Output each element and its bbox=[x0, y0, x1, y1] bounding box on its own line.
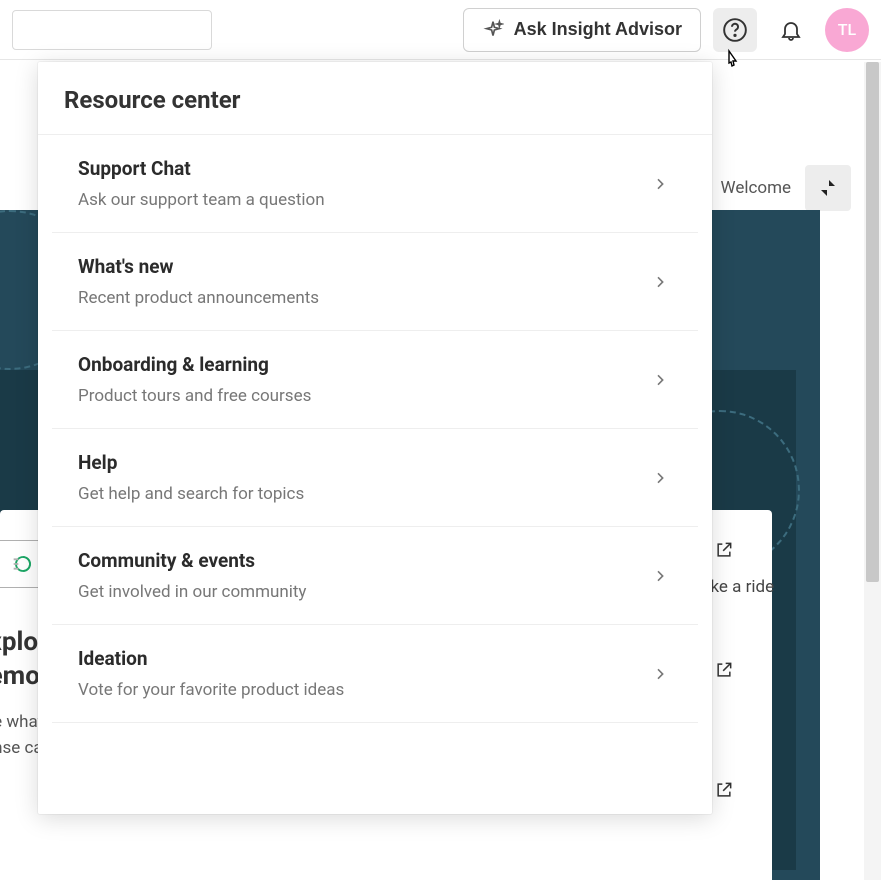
panel-item-whats-new[interactable]: What's new Recent product announcements bbox=[52, 233, 698, 331]
welcome-strip: Welcome bbox=[721, 165, 852, 211]
ask-button-label: Ask Insight Advisor bbox=[514, 19, 682, 40]
side-link[interactable] bbox=[714, 660, 734, 680]
external-link-icon bbox=[714, 780, 734, 800]
ask-insight-advisor-button[interactable]: Ask Insight Advisor bbox=[463, 8, 701, 52]
welcome-label: Welcome bbox=[721, 178, 792, 198]
chevron-right-icon bbox=[648, 368, 672, 392]
panel-item-texts: Help Get help and search for topics bbox=[78, 451, 648, 504]
panel-item-title: Community & events bbox=[78, 549, 648, 572]
panel-item-subtitle: Get involved in our community bbox=[78, 582, 648, 602]
panel-item-ideation[interactable]: Ideation Vote for your favorite product … bbox=[52, 625, 698, 723]
panel-item-title: Onboarding & learning bbox=[78, 353, 648, 376]
panel-item-title: What's new bbox=[78, 255, 648, 278]
panel-item-texts: What's new Recent product announcements bbox=[78, 255, 648, 308]
panel-item-subtitle: Recent product announcements bbox=[78, 288, 648, 308]
panel-item-texts: Community & events Get involved in our c… bbox=[78, 549, 648, 602]
scrollbar-thumb[interactable] bbox=[866, 62, 879, 582]
panel-item-subtitle: Get help and search for topics bbox=[78, 484, 648, 504]
panel-item-texts: Onboarding & learning Product tours and … bbox=[78, 353, 648, 406]
help-icon bbox=[722, 17, 748, 43]
chevron-right-icon bbox=[648, 662, 672, 686]
chevron-right-icon bbox=[648, 270, 672, 294]
chevron-right-icon bbox=[648, 466, 672, 490]
external-link-icon bbox=[714, 540, 734, 560]
search-input[interactable] bbox=[12, 10, 212, 50]
resource-center-panel: Resource center Support Chat Ask our sup… bbox=[38, 62, 712, 814]
panel-item-subtitle: Vote for your favorite product ideas bbox=[78, 680, 648, 700]
help-button[interactable] bbox=[713, 8, 757, 52]
chevron-right-icon bbox=[648, 564, 672, 588]
chevron-right-icon bbox=[648, 172, 672, 196]
panel-item-title: Support Chat bbox=[78, 157, 648, 180]
panel-item-texts: Ideation Vote for your favorite product … bbox=[78, 647, 648, 700]
collapse-button[interactable] bbox=[805, 165, 851, 211]
avatar-initials: TL bbox=[838, 20, 856, 39]
compress-icon bbox=[818, 178, 838, 198]
panel-item-texts: Support Chat Ask our support team a ques… bbox=[78, 157, 648, 210]
bell-icon bbox=[779, 18, 803, 42]
top-bar: Ask Insight Advisor TL bbox=[0, 0, 881, 60]
panel-item-help[interactable]: Help Get help and search for topics bbox=[52, 429, 698, 527]
panel-title: Resource center bbox=[38, 62, 712, 135]
panel-item-title: Ideation bbox=[78, 647, 648, 670]
side-link[interactable] bbox=[714, 540, 734, 560]
user-avatar[interactable]: TL bbox=[825, 8, 869, 52]
panel-item-support-chat[interactable]: Support Chat Ask our support team a ques… bbox=[52, 135, 698, 233]
panel-item-subtitle: Product tours and free courses bbox=[78, 386, 648, 406]
panel-item-subtitle: Ask our support team a question bbox=[78, 190, 648, 210]
panel-item-community[interactable]: Community & events Get involved in our c… bbox=[52, 527, 698, 625]
scrollbar-track[interactable] bbox=[864, 62, 881, 880]
notifications-button[interactable] bbox=[769, 8, 813, 52]
sparkle-icon bbox=[482, 19, 504, 41]
panel-item-onboarding[interactable]: Onboarding & learning Product tours and … bbox=[52, 331, 698, 429]
external-link-icon bbox=[714, 660, 734, 680]
panel-item-title: Help bbox=[78, 451, 648, 474]
side-link[interactable] bbox=[714, 780, 734, 800]
